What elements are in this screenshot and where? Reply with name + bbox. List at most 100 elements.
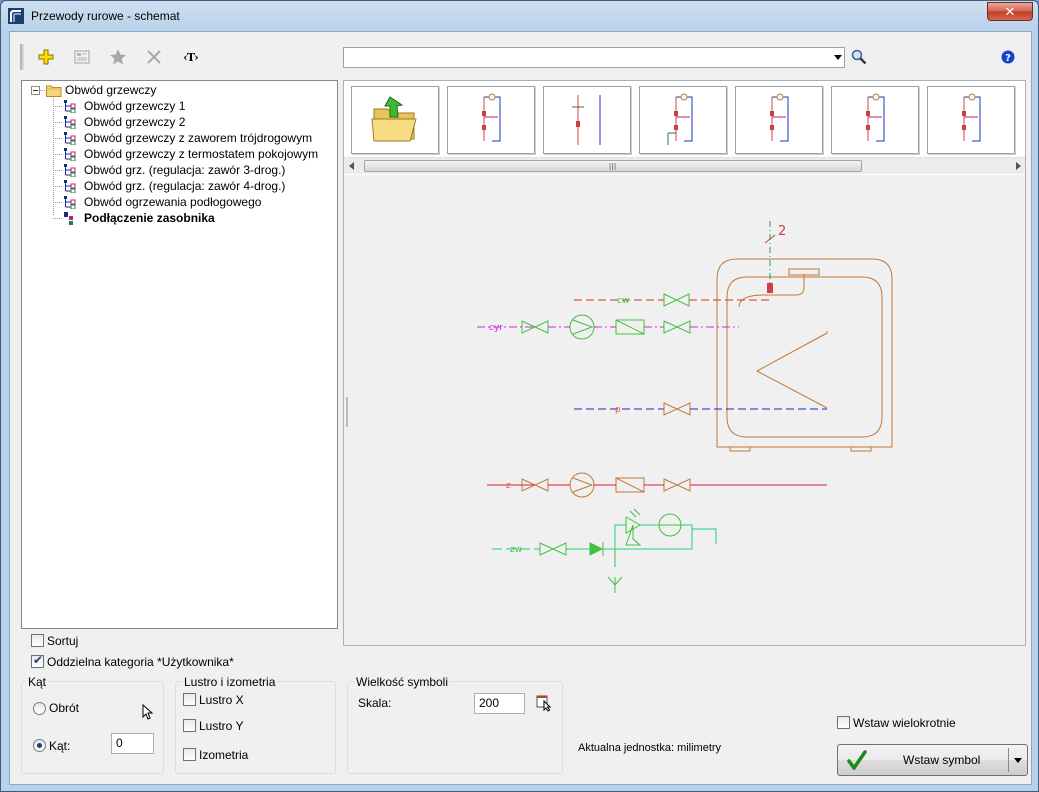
label-zw: zw <box>510 545 522 555</box>
isometry-label: Izometria <box>199 748 249 762</box>
properties-button[interactable] <box>71 46 93 68</box>
mirror-group-title: Lustro i izometria <box>182 675 278 689</box>
pipe-scheme-icon <box>64 132 76 145</box>
label-2: 2 <box>778 224 786 239</box>
tank <box>716 258 893 452</box>
zw-symbols <box>539 508 682 593</box>
line-2 <box>764 221 776 295</box>
insert-multiple-label: Wstaw wielokrotnie <box>853 716 956 730</box>
app-icon <box>8 8 24 24</box>
search-combo[interactable] <box>343 47 845 68</box>
search-button[interactable] <box>848 46 870 68</box>
scale-label: Skala: <box>358 696 392 710</box>
scrollbar-thumb[interactable] <box>364 160 862 172</box>
tree-item[interactable]: Obwód grzewczy 1 <box>84 98 185 114</box>
scheme-svg: 2 cw cyr p z zw <box>346 221 893 593</box>
star-icon <box>110 49 126 65</box>
window-title: Przewody rurowe - schemat <box>31 9 180 23</box>
mirror-y-checkbox[interactable] <box>183 719 196 732</box>
svg-text:?: ? <box>1005 53 1011 64</box>
dialog-client: ‹T› ? Obwód grzewczy Obwód grzewczy 1 Ob… <box>9 31 1032 785</box>
scheme-thumbnail-icon <box>667 93 693 145</box>
tree-item[interactable]: Podłączenie zasobnika <box>84 210 215 226</box>
dialog-window: Przewody rurowe - schemat ✕ ‹T› ? Obwód … <box>0 0 1039 792</box>
insert-multiple-checkbox[interactable] <box>837 716 850 729</box>
close-button[interactable]: ✕ <box>987 2 1033 21</box>
isometry-checkbox[interactable] <box>183 748 196 761</box>
horizontal-scrollbar[interactable] <box>344 157 1025 174</box>
folder-up-icon <box>371 96 417 142</box>
folder-icon <box>46 85 62 97</box>
pipe-scheme-icon <box>64 212 73 225</box>
add-button[interactable] <box>35 46 57 68</box>
scheme-thumbnail-icon <box>572 95 601 145</box>
label-p: p <box>615 405 621 415</box>
tree-item[interactable]: Obwód grz. (regulacja: zawór 3-drog.) <box>84 162 285 178</box>
tree-item[interactable]: Obwód grzewczy z zaworem trójdrogowym <box>84 130 312 146</box>
tree-item[interactable]: Obwód grz. (regulacja: zawór 4-drog.) <box>84 178 285 194</box>
thumbnail-strip <box>344 81 1025 175</box>
cursor-icon <box>142 704 154 720</box>
pipe-scheme-icon <box>64 180 76 193</box>
scheme-thumbnail[interactable] <box>543 86 631 154</box>
add-icon <box>38 49 54 65</box>
preview-panel: 2 cw cyr p z zw <box>343 80 1026 646</box>
toolbar-grip[interactable] <box>20 44 24 70</box>
angle-radio[interactable] <box>33 739 46 752</box>
insert-dropdown-icon[interactable] <box>1014 758 1022 763</box>
sort-checkbox[interactable] <box>31 634 44 647</box>
label-cyr: cyr <box>489 323 503 333</box>
chevron-down-icon[interactable] <box>834 55 842 60</box>
angle-input[interactable]: 0 <box>111 733 154 754</box>
tree-root[interactable]: Obwód grzewczy <box>65 82 156 98</box>
search-icon <box>851 49 867 65</box>
tree-item[interactable]: Obwód grzewczy z termostatem pokojowym <box>84 146 318 162</box>
symbol-size-group-title: Wielkość symboli <box>354 675 451 689</box>
scheme-drawing: 2 cw cyr p z zw <box>344 177 1025 643</box>
mirror-group: Lustro i izometria Lustro X Lustro Y Izo… <box>175 675 336 774</box>
scroll-left-icon[interactable] <box>348 162 356 170</box>
delete-icon <box>147 50 161 64</box>
help-button[interactable]: ? <box>997 46 1019 68</box>
mirror-x-label: Lustro X <box>199 693 244 707</box>
scheme-thumbnail-icon <box>866 93 885 142</box>
scheme-thumbnail-icon <box>482 93 501 142</box>
scheme-thumbnail-icon <box>962 93 981 142</box>
text-tool-button[interactable]: ‹T› <box>178 46 204 68</box>
scheme-thumbnail-icon <box>770 93 789 142</box>
scheme-thumbnail[interactable] <box>927 86 1015 154</box>
mirror-y-label: Lustro Y <box>199 719 244 733</box>
valve-cw <box>663 293 690 307</box>
pick-scale-icon[interactable] <box>536 694 554 712</box>
separate-category-checkbox[interactable] <box>31 653 44 668</box>
rotation-radio[interactable] <box>33 702 46 715</box>
scheme-thumbnail[interactable] <box>735 86 823 154</box>
category-tree[interactable]: Obwód grzewczy Obwód grzewczy 1 Obwód grz… <box>21 80 338 629</box>
mirror-x-checkbox[interactable] <box>183 693 196 706</box>
scheme-thumbnail[interactable] <box>639 86 727 154</box>
scale-input[interactable]: 200 <box>474 693 525 714</box>
pipe-scheme-icon <box>64 196 76 209</box>
angle-label: Kąt: <box>49 739 71 753</box>
angle-group: Kąt Obrót Kąt: 0 <box>21 675 164 774</box>
scheme-thumbnail[interactable] <box>447 86 535 154</box>
scheme-thumbnail[interactable] <box>831 86 919 154</box>
pipe-scheme-icon <box>64 100 76 113</box>
delete-button[interactable] <box>143 46 165 68</box>
scroll-right-icon[interactable] <box>1014 162 1022 170</box>
tree-item[interactable]: Obwód ogrzewania podłogowego <box>84 194 261 210</box>
angle-group-title: Kąt <box>26 675 49 689</box>
separate-category-label: Oddzielna kategoria *Użytkownika* <box>47 655 234 669</box>
favorite-button[interactable] <box>107 46 129 68</box>
thumbnail-folder-up[interactable] <box>351 86 439 154</box>
properties-icon <box>74 50 90 64</box>
pipe-scheme-icon <box>64 164 76 177</box>
pipe-scheme-icon <box>64 116 76 129</box>
grip-icon <box>609 163 616 170</box>
tree-item[interactable]: Obwód grzewczy 2 <box>84 114 185 130</box>
title-bar: Przewody rurowe - schemat ✕ <box>1 1 1038 31</box>
help-icon: ? <box>1001 50 1015 64</box>
insert-symbol-button[interactable]: Wstaw symbol <box>837 744 1028 776</box>
valve-p <box>663 402 691 416</box>
checkmark-icon <box>847 750 867 770</box>
